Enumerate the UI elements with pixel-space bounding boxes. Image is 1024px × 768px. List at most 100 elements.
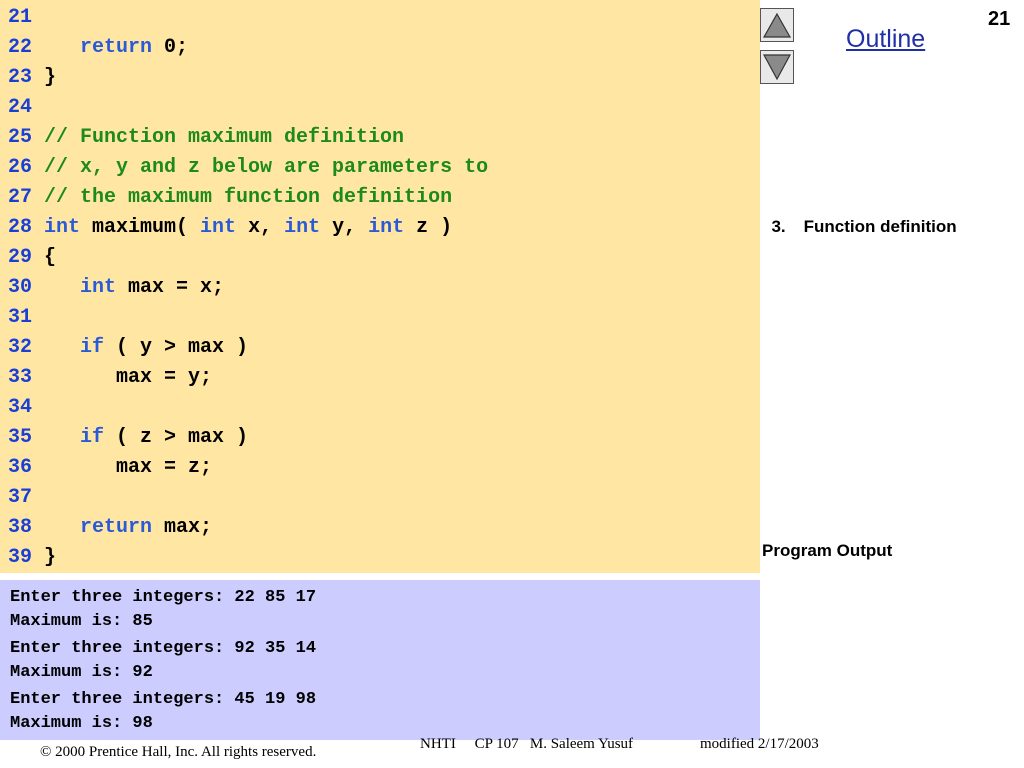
line-number: 31 xyxy=(8,306,33,329)
code-text: max = z; xyxy=(44,453,212,483)
code-text: } xyxy=(44,543,56,573)
code-text: return 0; xyxy=(44,33,188,63)
code-line: 23} xyxy=(0,63,760,93)
output-line: Enter three integers: 22 85 17 xyxy=(10,588,317,607)
code-text: int maximum( int x, int y, int z ) xyxy=(44,213,452,243)
code-token: max; xyxy=(152,516,213,539)
previous-slide-button[interactable] xyxy=(760,8,794,42)
code-line: 29 { xyxy=(0,243,760,273)
output-line: Enter three integers: 45 19 98 xyxy=(10,690,317,709)
code-text: max = y; xyxy=(44,363,212,393)
line-number: 36 xyxy=(8,456,33,479)
code-line: 38 return max; xyxy=(0,513,760,543)
code-text: } xyxy=(44,63,56,93)
code-comment: // x, y and z below are parameters to xyxy=(44,156,489,179)
code-token: max = y; xyxy=(44,366,213,389)
line-number: 28 xyxy=(8,216,33,239)
code-keyword: int xyxy=(200,216,237,239)
code-token: ( z > max ) xyxy=(104,426,249,449)
code-token: maximum( xyxy=(80,216,201,239)
code-text: { xyxy=(44,243,56,273)
code-keyword: if xyxy=(80,426,105,449)
outline-item-number: 3. xyxy=(771,217,786,236)
code-text: if ( y > max ) xyxy=(44,333,248,363)
code-text: if ( z > max ) xyxy=(44,423,248,453)
line-number: 38 xyxy=(8,516,33,539)
triangle-down-icon xyxy=(762,54,792,81)
triangle-up-icon xyxy=(762,12,792,38)
output-line: Enter three integers: 92 35 14 xyxy=(10,639,317,658)
line-number: 24 xyxy=(8,96,33,119)
course-info: NHTI CP 107 M. Saleem Yusuf xyxy=(420,736,634,752)
code-line: 37 xyxy=(0,483,760,513)
code-line: 36 max = z; xyxy=(0,453,760,483)
code-line: 22 return 0; xyxy=(0,33,760,63)
line-number: 35 xyxy=(8,426,33,449)
code-line: 25 // Function maximum definition xyxy=(0,123,760,153)
line-number: 34 xyxy=(8,396,33,419)
code-token: max = x; xyxy=(116,276,225,299)
modified-date: modified 2/17/2003 xyxy=(700,736,819,752)
code-text: // Function maximum definition xyxy=(44,123,404,153)
output-line: Maximum is: 85 xyxy=(10,612,153,631)
line-number: 29 xyxy=(8,246,33,269)
line-number: 23 xyxy=(8,66,33,89)
line-number: 26 xyxy=(8,156,33,179)
code-token: 0; xyxy=(152,36,189,59)
code-keyword: if xyxy=(80,336,105,359)
code-token: } xyxy=(44,66,57,89)
code-text: int max = x; xyxy=(44,273,224,303)
line-number: 39 xyxy=(8,546,33,569)
line-number: 21 xyxy=(8,6,33,29)
code-token: y, xyxy=(320,216,369,239)
page-number: 21 xyxy=(988,8,1011,30)
code-token: max = z; xyxy=(44,456,213,479)
code-token: { xyxy=(44,246,57,269)
code-token: x, xyxy=(236,216,285,239)
code-line: 35 if ( z > max ) xyxy=(0,423,760,453)
outline-item-label: Function definition xyxy=(803,217,957,236)
code-token: } xyxy=(44,546,57,569)
line-number: 33 xyxy=(8,366,33,389)
code-line: 24 xyxy=(0,93,760,123)
code-comment: // the maximum function definition xyxy=(44,186,453,209)
code-comment: // Function maximum definition xyxy=(44,126,405,149)
code-line: 33 max = y; xyxy=(0,363,760,393)
code-line: 31 xyxy=(0,303,760,333)
code-keyword: int xyxy=(80,276,117,299)
code-line: 32 if ( y > max ) xyxy=(0,333,760,363)
code-line: 28 int maximum( int x, int y, int z ) xyxy=(0,213,760,243)
code-text: return max; xyxy=(44,513,212,543)
code-keyword: return xyxy=(80,516,153,539)
code-panel: 21 22 return 0; 23} 24 25// Function maximum… xyxy=(0,0,760,573)
code-line: 39} xyxy=(0,543,760,573)
outline-item-function-definition[interactable]: 3. Function definition xyxy=(762,197,957,237)
code-token: ( y > max ) xyxy=(104,336,249,359)
code-keyword: int xyxy=(44,216,81,239)
outline-item-program-output[interactable]: Program Output xyxy=(762,541,892,561)
code-line: 30 int max = x; xyxy=(0,273,760,303)
code-token: z ) xyxy=(404,216,453,239)
program-output-panel: Enter three integers: 22 85 17 Maximum is… xyxy=(0,580,760,740)
code-text: // x, y and z below are parameters to xyxy=(44,153,488,183)
code-keyword: int xyxy=(368,216,405,239)
code-keyword: return xyxy=(80,36,153,59)
line-number: 22 xyxy=(8,36,33,59)
outline-link[interactable]: Outline xyxy=(846,25,925,54)
line-number: 25 xyxy=(8,126,33,149)
code-text: // the maximum function definition xyxy=(44,183,452,213)
line-number: 30 xyxy=(8,276,33,299)
code-line: 21 xyxy=(0,3,760,33)
line-number: 27 xyxy=(8,186,33,209)
output-line: Maximum is: 98 xyxy=(10,714,153,733)
code-keyword: int xyxy=(284,216,321,239)
line-number: 37 xyxy=(8,486,33,509)
line-number: 32 xyxy=(8,336,33,359)
next-slide-button[interactable] xyxy=(760,50,794,84)
copyright-notice: © 2000 Prentice Hall, Inc. All rights re… xyxy=(40,744,317,760)
